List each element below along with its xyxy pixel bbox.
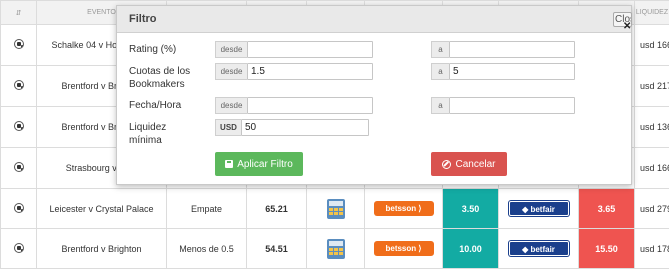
header-liquidity[interactable]: LIQUIDEZ (634, 0, 669, 25)
event-name[interactable]: Leicester v Crystal Palace (36, 188, 167, 229)
table-row[interactable]: Brentford v Brighton Menos de 0.5 54.51 … (0, 228, 669, 269)
rating-label: Rating (%) (129, 44, 177, 55)
date-label: Fecha/Hora (129, 100, 182, 111)
liquidity-label: Liquidez mínima (129, 122, 167, 146)
date-from-addon: desde (215, 97, 247, 114)
odds-to-addon: a (431, 63, 449, 80)
table-row[interactable]: Leicester v Crystal Palace Empate 65.21 … (0, 188, 669, 229)
odds-from-input[interactable] (247, 63, 373, 80)
date-to-addon: a (431, 97, 449, 114)
ban-icon (442, 159, 452, 169)
betsson-logo[interactable]: betsson ⟩ (373, 201, 434, 216)
rating-value: 65.21 (246, 188, 307, 229)
soccer-ball-icon (13, 242, 24, 253)
apply-filter-label: Aplicar Filtro (237, 158, 293, 170)
soccer-ball-icon (13, 39, 24, 49)
exchange-name: betfair (530, 205, 555, 214)
date-to-input[interactable] (449, 97, 575, 114)
soccer-ball-icon (13, 80, 24, 90)
modal-header: Filtro Close ✕ (117, 6, 632, 33)
bookmaker-name: betsson (385, 244, 417, 253)
event-name[interactable]: Brentford v Brighton (36, 228, 167, 269)
lay-odds[interactable]: 15.50 (578, 228, 635, 269)
liquidity-value: usd 166 (634, 24, 669, 66)
odds-from-addon: desde (215, 63, 247, 80)
close-icon[interactable]: ✕ (623, 22, 631, 32)
soccer-ball-icon (13, 121, 24, 131)
rating-value: 54.51 (246, 228, 307, 269)
soccer-ball-icon (13, 162, 24, 172)
filter-modal: Filtro Close ✕ Rating (%) desde a Cuotas… (116, 5, 632, 185)
apply-filter-button[interactable]: Aplicar Filtro (215, 152, 303, 176)
liquidity-value: usd 279 (634, 188, 669, 229)
back-odds[interactable]: 10.00 (442, 228, 499, 269)
betsson-logo[interactable]: betsson ⟩ (373, 241, 434, 256)
back-odds[interactable]: 3.50 (442, 188, 499, 229)
date-from-input[interactable] (247, 97, 373, 114)
liquidity-value: usd 166 (634, 147, 669, 189)
exchange-name: betfair (530, 245, 555, 254)
cancel-button[interactable]: Cancelar (431, 152, 507, 176)
currency-addon: USD (215, 119, 241, 136)
odds-to-input[interactable] (449, 63, 575, 80)
bookmaker-name: betsson (385, 204, 417, 213)
liquidity-value: usd 217 (634, 65, 669, 107)
rating-from-input[interactable] (247, 41, 373, 58)
rating-to-addon: a (431, 41, 449, 58)
calculator-icon[interactable] (326, 238, 345, 259)
market-name: Empate (166, 188, 247, 229)
liquidity-input[interactable] (241, 119, 369, 136)
liquidity-value: usd 178 (634, 228, 669, 269)
soccer-ball-icon (13, 202, 24, 213)
odds-label: Cuotas de los Bookmakers (129, 66, 191, 90)
lay-odds[interactable]: 3.65 (578, 188, 635, 229)
cancel-label: Cancelar (455, 158, 496, 170)
betfair-logo[interactable]: ◆ betfair (508, 201, 569, 216)
liquidity-value: usd 136 (634, 106, 669, 148)
header-sort[interactable]: ⇵ (0, 0, 37, 25)
market-name: Menos de 0.5 (166, 228, 247, 269)
calculator-icon[interactable] (326, 198, 345, 219)
betfair-logo[interactable]: ◆ betfair (508, 241, 569, 256)
modal-title: Filtro (129, 13, 157, 25)
save-icon (225, 160, 234, 168)
rating-to-input[interactable] (449, 41, 575, 58)
rating-from-addon: desde (215, 41, 247, 58)
